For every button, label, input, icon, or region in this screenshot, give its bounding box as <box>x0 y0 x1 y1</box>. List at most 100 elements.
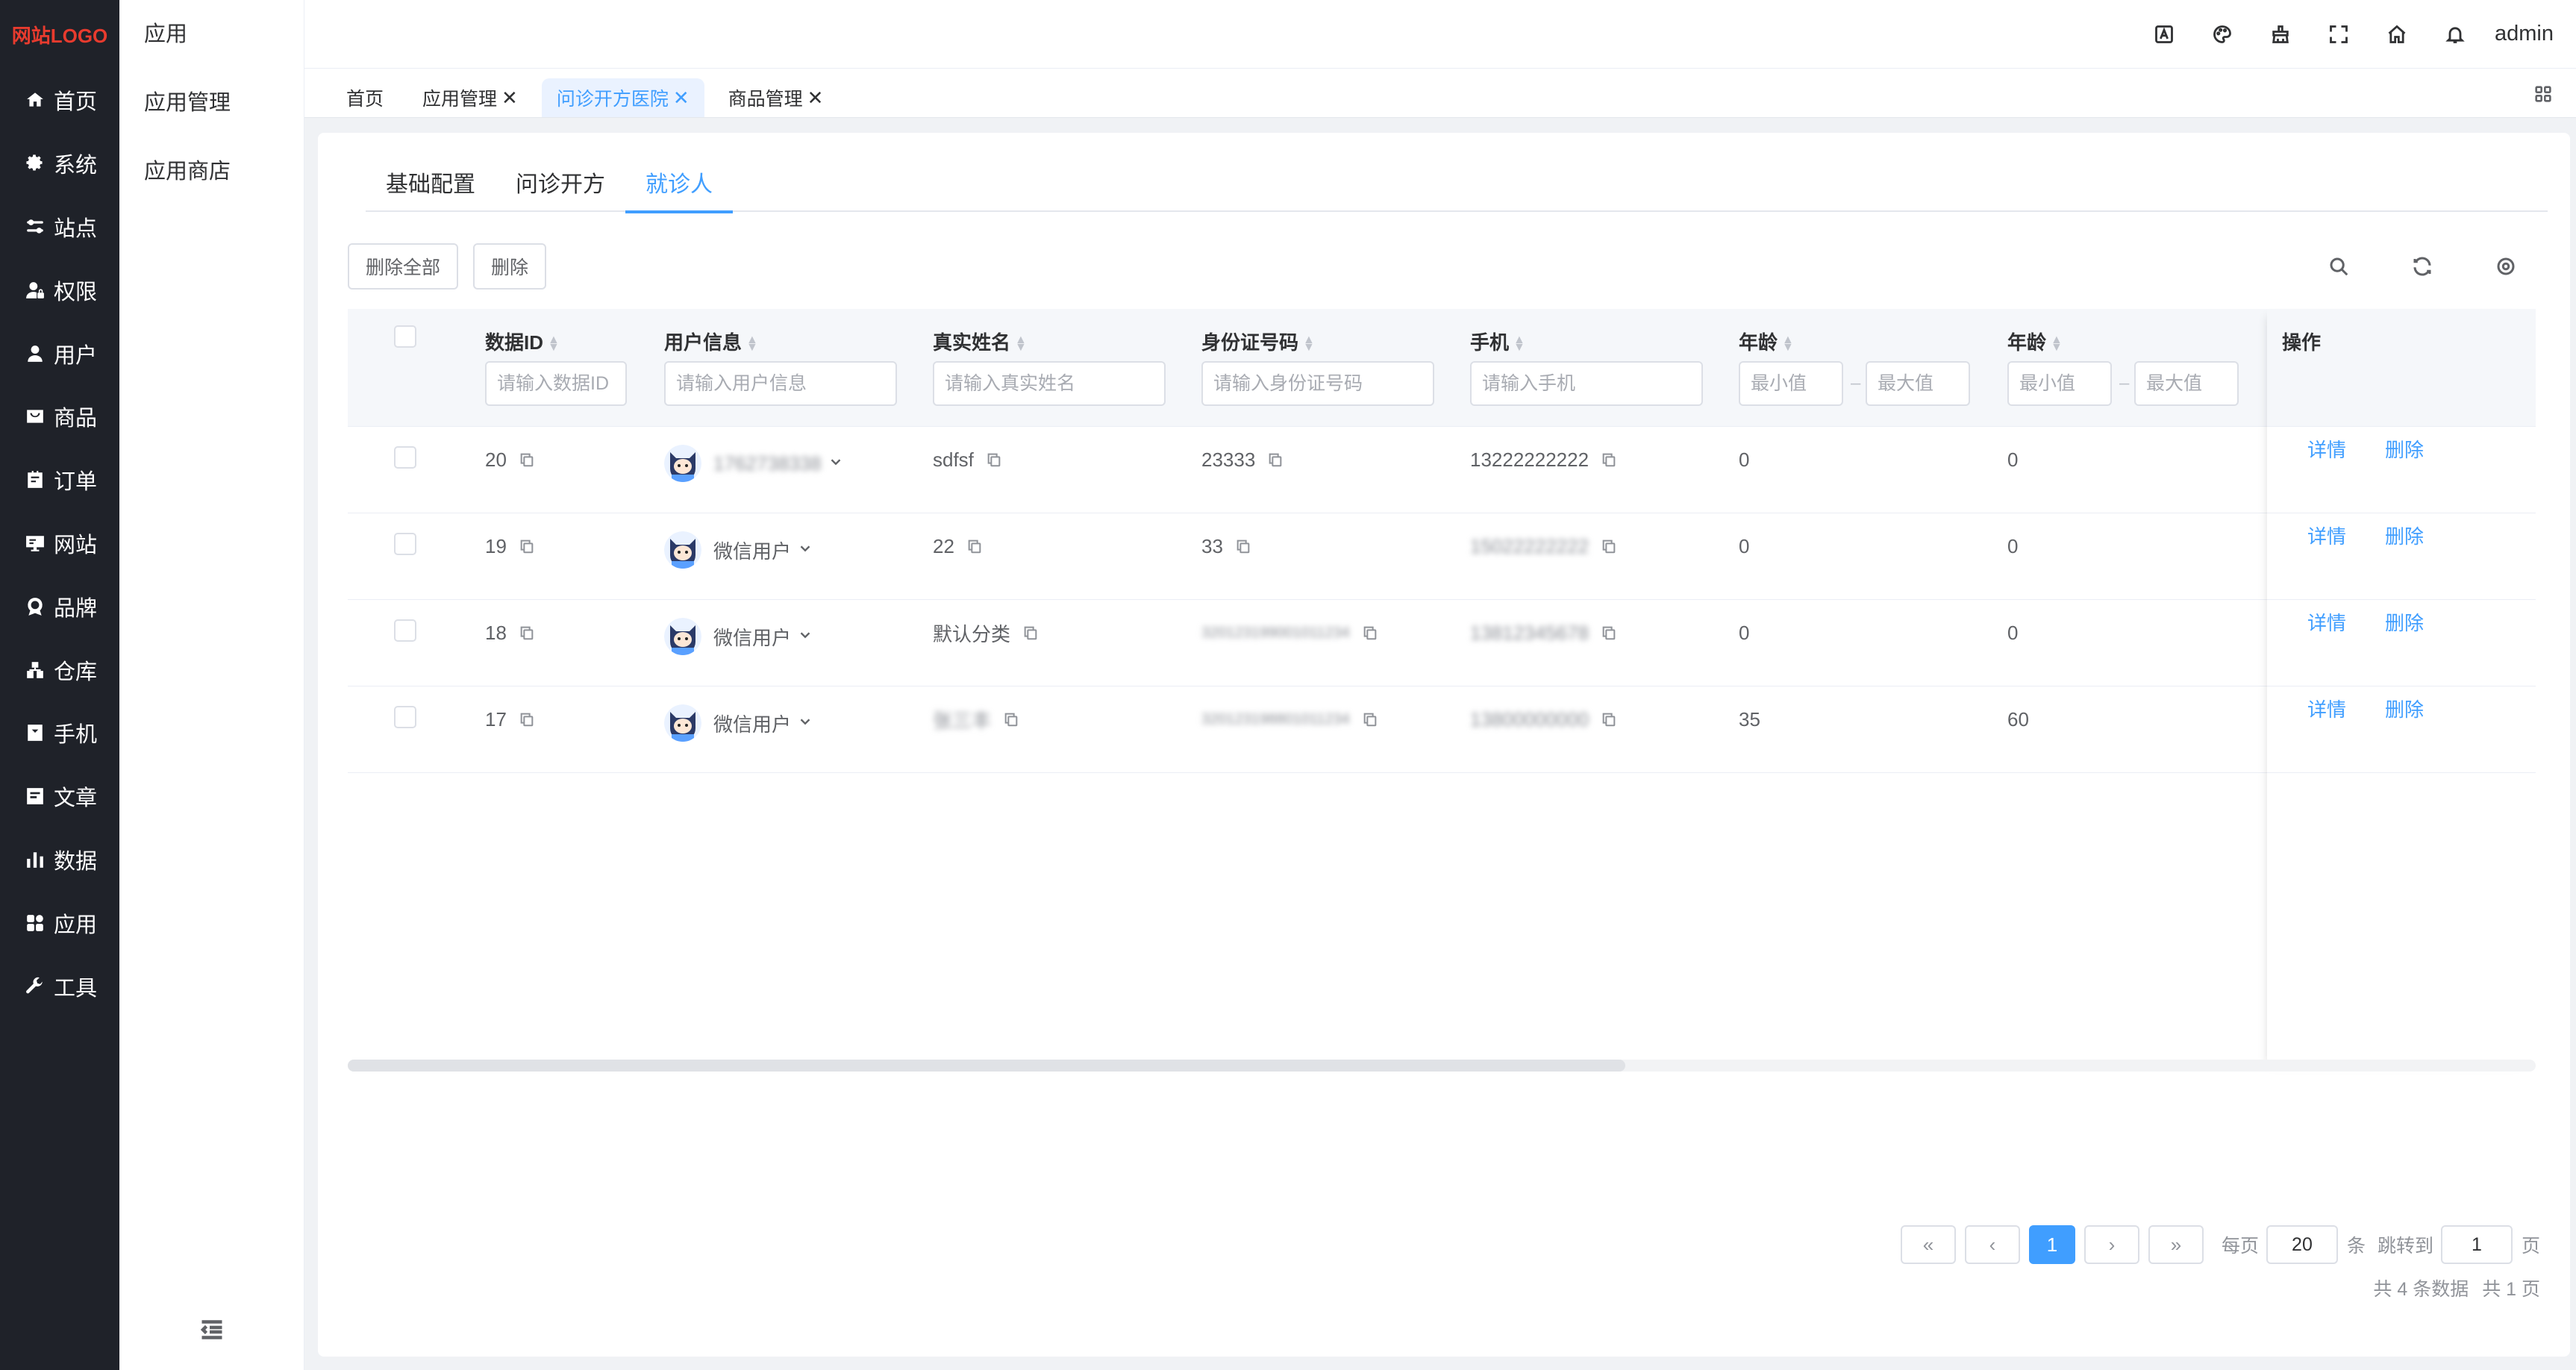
chevron-down-icon[interactable] <box>791 625 813 648</box>
chevron-down-icon[interactable] <box>791 712 813 735</box>
per-page-input[interactable] <box>2266 1225 2338 1264</box>
tag-home[interactable]: 首页 <box>331 78 398 117</box>
home-icon[interactable] <box>2368 0 2426 69</box>
delete-button[interactable]: 删除 <box>473 243 547 290</box>
sidebar-item-website[interactable]: 网站 <box>0 512 119 575</box>
select-all-checkbox[interactable] <box>394 325 416 348</box>
copy-icon[interactable] <box>519 711 535 728</box>
filter-id-input[interactable] <box>485 361 627 406</box>
sidebar-item-warehouse[interactable]: 仓库 <box>0 638 119 701</box>
bell-icon[interactable] <box>2426 0 2484 69</box>
next-page-button[interactable]: › <box>2083 1225 2139 1264</box>
sidebar-item-home[interactable]: 首页 <box>0 69 119 132</box>
tab-consultation[interactable]: 问诊开方 <box>495 158 625 212</box>
copy-icon[interactable] <box>1362 711 1378 728</box>
clear-icon[interactable] <box>2251 0 2310 69</box>
jump-page-input[interactable] <box>2440 1225 2513 1264</box>
filter-idcard-input[interactable] <box>1201 361 1434 406</box>
sidebar-item-user[interactable]: 用户 <box>0 322 119 385</box>
scrollbar-thumb[interactable] <box>348 1060 1625 1072</box>
copy-icon[interactable] <box>1601 711 1617 728</box>
copy-icon[interactable] <box>1601 625 1617 641</box>
sidebar-item-label: 站点 <box>54 216 98 241</box>
filter-user-input[interactable] <box>664 361 897 406</box>
fullscreen-icon[interactable] <box>2310 0 2368 69</box>
column-header-phone[interactable]: 手机 ▲ ▼ <box>1470 328 1525 355</box>
filter-phone-input[interactable] <box>1470 361 1703 406</box>
close-icon[interactable]: ✕ <box>807 87 824 110</box>
site-logo[interactable]: 网站LOGO <box>0 0 119 69</box>
sidebar-item-data[interactable]: 数据 <box>0 828 119 892</box>
sidebar-item-apps[interactable]: 应用 <box>0 891 119 954</box>
column-header-age[interactable]: 年龄 ▲ ▼ <box>1739 328 1794 355</box>
column-header-idcard[interactable]: 身份证号码 ▲ ▼ <box>1201 328 1315 355</box>
column-header-age[interactable]: 年龄 ▲ ▼ <box>2007 328 2063 355</box>
sidebar-item-order[interactable]: 订单 <box>0 448 119 512</box>
page-number-button[interactable]: 1 <box>2028 1225 2075 1264</box>
chevron-down-icon[interactable] <box>822 452 844 475</box>
sort-icon[interactable]: ▲ ▼ <box>1782 334 1794 354</box>
sidebar-item-permission[interactable]: 权限 <box>0 258 119 322</box>
prev-page-button[interactable]: ‹ <box>1964 1225 2020 1264</box>
sidebar-item-brand[interactable]: 品牌 <box>0 575 119 638</box>
sort-icon[interactable]: ▲ ▼ <box>548 334 560 354</box>
tab-patients[interactable]: 就诊人 <box>625 158 733 213</box>
copy-icon[interactable] <box>986 451 1002 468</box>
copy-icon[interactable] <box>1235 538 1251 554</box>
sort-icon[interactable]: ▲ ▼ <box>1303 334 1315 354</box>
copy-icon[interactable] <box>1362 625 1378 641</box>
sidebar-item-system[interactable]: 系统 <box>0 132 119 196</box>
search-icon[interactable] <box>2297 243 2380 290</box>
sub-item-app-management[interactable]: 应用管理 <box>119 69 304 137</box>
sort-icon[interactable]: ▲ ▼ <box>2051 334 2063 354</box>
last-page-button[interactable]: » <box>2148 1225 2204 1264</box>
translate-icon[interactable] <box>2135 0 2193 69</box>
filter-age-min-input[interactable] <box>1739 361 1843 406</box>
copy-icon[interactable] <box>966 538 983 554</box>
filter-realname-input[interactable] <box>933 361 1166 406</box>
grid-icon[interactable] <box>2533 84 2554 104</box>
collapse-menu-icon[interactable] <box>119 1316 304 1343</box>
sidebar-item-phone[interactable]: 手机 <box>0 701 119 765</box>
row-checkbox[interactable] <box>394 533 416 555</box>
sidebar-item-article[interactable]: 文章 <box>0 765 119 828</box>
copy-icon[interactable] <box>1267 451 1284 468</box>
settings-icon[interactable] <box>2464 243 2548 290</box>
sort-icon[interactable]: ▲ ▼ <box>1015 334 1027 354</box>
tag-hospital[interactable]: 问诊开方医院 ✕ <box>541 78 704 117</box>
column-header-user[interactable]: 用户信息 ▲ ▼ <box>664 328 758 355</box>
tag-goods-management[interactable]: 商品管理 ✕ <box>713 78 839 117</box>
sidebar-item-goods[interactable]: 商品 <box>0 385 119 448</box>
filter-age-max-input[interactable] <box>1866 361 1970 406</box>
copy-icon[interactable] <box>519 625 535 641</box>
sub-item-app-store[interactable]: 应用商店 <box>119 137 304 206</box>
sort-icon[interactable]: ▲ ▼ <box>1513 334 1525 354</box>
close-icon[interactable]: ✕ <box>673 87 690 110</box>
filter-age2-max-input[interactable] <box>2134 361 2239 406</box>
delete-all-button[interactable]: 删除全部 <box>348 243 459 290</box>
column-header-realname[interactable]: 真实姓名 ▲ ▼ <box>933 328 1027 355</box>
refresh-icon[interactable] <box>2380 243 2464 290</box>
filter-age2-min-input[interactable] <box>2007 361 2112 406</box>
palette-icon[interactable] <box>2193 0 2251 69</box>
horizontal-scrollbar[interactable] <box>348 1060 2536 1072</box>
user-menu[interactable]: admin <box>2495 22 2554 46</box>
close-icon[interactable]: ✕ <box>501 87 518 110</box>
copy-icon[interactable] <box>1601 451 1617 468</box>
chevron-down-icon[interactable] <box>791 539 813 562</box>
row-checkbox[interactable] <box>394 619 416 642</box>
tab-basic-config[interactable]: 基础配置 <box>366 158 495 212</box>
tag-app-management[interactable]: 应用管理 ✕ <box>407 78 533 117</box>
sort-icon[interactable]: ▲ ▼ <box>746 334 758 354</box>
copy-icon[interactable] <box>1003 711 1019 728</box>
column-header-id[interactable]: 数据ID ▲ ▼ <box>485 328 560 355</box>
row-checkbox[interactable] <box>394 446 416 469</box>
copy-icon[interactable] <box>1022 625 1039 641</box>
copy-icon[interactable] <box>1601 538 1617 554</box>
sidebar-item-site[interactable]: 站点 <box>0 196 119 259</box>
copy-icon[interactable] <box>519 451 535 468</box>
sidebar-item-tools[interactable]: 工具 <box>0 954 119 1018</box>
first-page-button[interactable]: « <box>1900 1225 1956 1264</box>
copy-icon[interactable] <box>519 538 535 554</box>
row-checkbox[interactable] <box>394 706 416 728</box>
